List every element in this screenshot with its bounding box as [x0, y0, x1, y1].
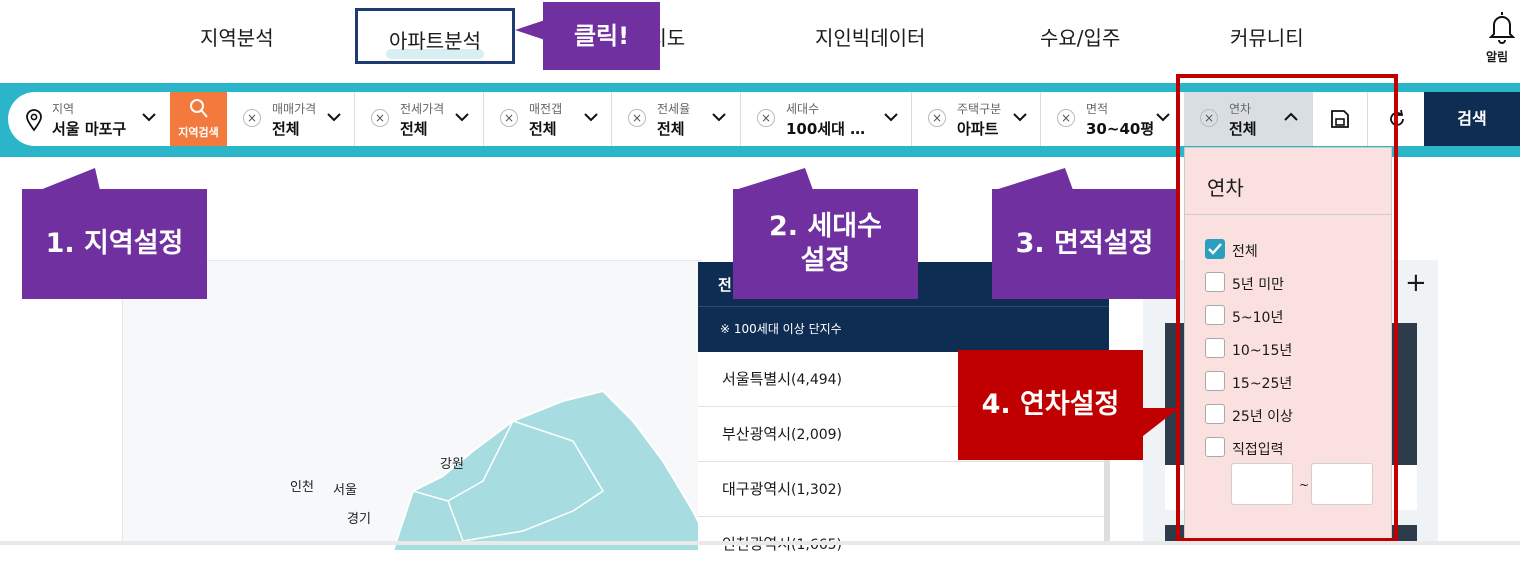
households-label: 세대수	[786, 102, 820, 116]
housing-type-filter[interactable]: × 주택구분 아파트	[912, 92, 1041, 146]
list-header-note: ※ 100세대 이상 단지수	[720, 322, 842, 336]
chevron-down-icon	[1156, 113, 1170, 122]
chevron-down-icon	[712, 113, 726, 122]
chevron-down-icon	[1013, 113, 1027, 122]
step2-callout-line2: 설정	[800, 245, 851, 276]
chevron-down-icon	[142, 113, 156, 122]
clear-icon[interactable]: ×	[1057, 109, 1075, 127]
step4-callout-text: 4. 연차설정	[981, 389, 1120, 421]
map-label-seoul: 서울	[333, 483, 357, 498]
nav-item-supply-demand[interactable]: 수요/입주	[1040, 22, 1120, 51]
sale-price-value: 전체	[272, 120, 300, 138]
add-icon[interactable]: +	[1405, 268, 1427, 298]
click-callout-text: 클릭!	[573, 22, 630, 50]
housing-type-label: 주택구분	[957, 102, 1002, 116]
list-item[interactable]: 대구광역시(1,302)	[698, 462, 1104, 517]
click-callout: 클릭!	[543, 2, 660, 70]
nav-item-community[interactable]: 커뮤니티	[1230, 22, 1304, 51]
step1-callout-pointer	[40, 168, 100, 190]
map-panel: 강원 인천 서울 경기	[122, 260, 713, 551]
sale-price-label: 매매가격	[272, 102, 317, 116]
jeonse-rate-value: 전체	[657, 120, 685, 138]
sale-price-filter[interactable]: × 매매가격 전체	[227, 92, 355, 146]
region-filter-value: 서울 마포구	[52, 120, 127, 138]
jeonse-price-value: 전체	[400, 120, 428, 138]
map-label-gangwon: 강원	[440, 457, 464, 472]
highlight-box	[1176, 74, 1398, 542]
bell-icon[interactable]	[1488, 10, 1516, 48]
region-search-button[interactable]: 지역검색	[170, 92, 227, 146]
map-label-incheon: 인천	[290, 480, 314, 495]
step1-callout: 1. 지역설정	[22, 189, 207, 299]
jeonse-price-label: 전세가격	[400, 102, 445, 116]
chevron-down-icon	[884, 113, 898, 122]
chevron-down-icon	[327, 113, 341, 122]
jeonse-rate-filter[interactable]: × 전세율 전체	[612, 92, 741, 146]
clear-icon[interactable]: ×	[757, 109, 775, 127]
map-label-gyeonggi: 경기	[347, 512, 371, 527]
area-label: 면적	[1086, 102, 1109, 116]
nav-item-apartment-analysis[interactable]: 아파트분석	[355, 8, 515, 64]
korea-map[interactable]	[273, 381, 713, 551]
gap-filter[interactable]: × 매전갭 전체	[484, 92, 612, 146]
area-value: 30~40평	[1086, 120, 1155, 138]
housing-type-value: 아파트	[957, 120, 999, 138]
jeonse-rate-label: 전세율	[657, 102, 691, 116]
nav-item-label: 아파트분석	[389, 29, 481, 53]
jeonse-price-filter[interactable]: × 전세가격 전체	[355, 92, 484, 146]
chevron-down-icon	[584, 113, 598, 122]
gap-value: 전체	[529, 120, 557, 138]
step3-callout: 3. 면적설정	[992, 189, 1177, 299]
clear-icon[interactable]: ×	[500, 109, 518, 127]
search-button[interactable]: 검색	[1424, 92, 1520, 146]
location-pin-icon	[26, 109, 42, 132]
nav-item-jiin-bigdata[interactable]: 지인빅데이터	[815, 22, 925, 51]
households-filter[interactable]: × 세대수 100세대 …	[741, 92, 912, 146]
step2-callout-pointer	[735, 168, 813, 190]
clear-icon[interactable]: ×	[371, 109, 389, 127]
bell-label: 알림	[1486, 50, 1509, 64]
step3-callout-text: 3. 면적설정	[1015, 228, 1154, 260]
search-icon	[190, 99, 208, 118]
step2-callout-line1: 2. 세대수	[769, 211, 882, 243]
nav-item-region-analysis[interactable]: 지역분석	[200, 22, 274, 51]
households-value: 100세대 …	[786, 120, 866, 138]
step3-callout-pointer	[995, 168, 1073, 190]
chevron-down-icon	[455, 113, 469, 122]
step1-callout-text: 1. 지역설정	[45, 228, 184, 260]
list-header-title: 전	[718, 276, 732, 294]
step2-callout: 2. 세대수 설정	[733, 189, 918, 299]
gap-label: 매전갭	[529, 102, 563, 116]
region-filter-label: 지역	[52, 102, 75, 116]
region-search-label: 지역검색	[178, 126, 219, 139]
click-callout-pointer	[515, 20, 545, 40]
clear-icon[interactable]: ×	[243, 109, 261, 127]
bottom-border	[0, 541, 1520, 545]
region-filter[interactable]: 지역 서울 마포구	[8, 92, 170, 146]
area-filter[interactable]: × 면적 30~40평	[1041, 92, 1184, 146]
clear-icon[interactable]: ×	[628, 109, 646, 127]
step4-callout: 4. 연차설정	[958, 350, 1143, 460]
clear-icon[interactable]: ×	[928, 109, 946, 127]
